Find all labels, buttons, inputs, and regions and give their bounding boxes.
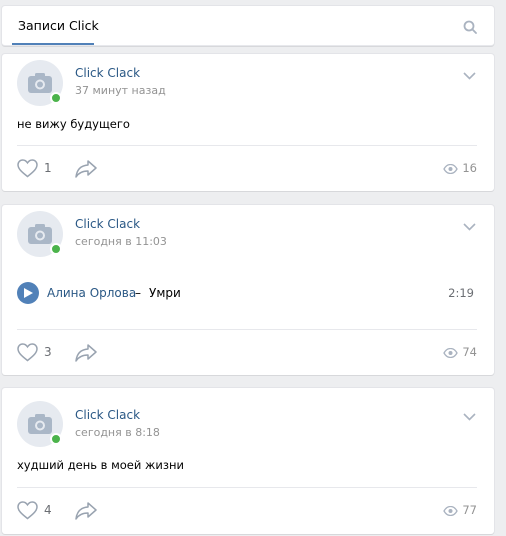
online-indicator bbox=[50, 433, 62, 445]
like-count: 1 bbox=[44, 161, 52, 175]
online-indicator bbox=[50, 243, 62, 255]
divider bbox=[17, 487, 477, 488]
heart-icon[interactable] bbox=[17, 501, 38, 520]
audio-title[interactable]: Умри bbox=[149, 286, 181, 300]
post-text: худший день в моей жизни bbox=[17, 458, 184, 472]
wall-post: Click Clack 37 минут назад не вижу будущ… bbox=[2, 54, 494, 191]
search-icon[interactable] bbox=[463, 20, 477, 34]
chevron-down-icon[interactable] bbox=[463, 223, 476, 231]
wall-post: Click Clack сегодня в 8:18 худший день в… bbox=[2, 388, 494, 534]
online-indicator bbox=[50, 92, 62, 104]
heart-icon[interactable] bbox=[17, 159, 38, 178]
play-icon bbox=[24, 288, 33, 298]
like-count: 3 bbox=[44, 345, 52, 359]
tab-posts[interactable]: Записи Click bbox=[10, 6, 107, 46]
view-count: 16 bbox=[462, 161, 477, 175]
divider bbox=[17, 145, 477, 146]
camera-icon bbox=[28, 224, 52, 244]
audio-artist[interactable]: Алина Орлова bbox=[47, 286, 136, 300]
audio-duration: 2:19 bbox=[448, 286, 474, 300]
like-count: 4 bbox=[44, 503, 52, 517]
audio-play-button[interactable] bbox=[17, 282, 39, 304]
eye-icon bbox=[443, 164, 458, 174]
divider bbox=[17, 329, 477, 330]
post-time[interactable]: сегодня в 8:18 bbox=[75, 426, 160, 439]
tab-active-indicator bbox=[12, 43, 94, 45]
view-count: 74 bbox=[462, 345, 477, 359]
post-author[interactable]: Click Clack bbox=[75, 217, 140, 231]
camera-icon bbox=[28, 73, 52, 93]
eye-icon bbox=[443, 506, 458, 516]
wall-post: Click Clack сегодня в 11:03 Алина Орлова… bbox=[2, 205, 494, 375]
audio-separator: – bbox=[135, 286, 141, 300]
chevron-down-icon[interactable] bbox=[463, 72, 476, 80]
share-icon[interactable] bbox=[75, 502, 97, 520]
post-time[interactable]: 37 минут назад bbox=[75, 84, 166, 97]
post-author[interactable]: Click Clack bbox=[75, 66, 140, 80]
share-icon[interactable] bbox=[75, 344, 97, 362]
camera-icon bbox=[28, 414, 52, 434]
heart-icon[interactable] bbox=[17, 343, 38, 362]
post-text: не вижу будущего bbox=[17, 117, 130, 131]
wall-header: Записи Click bbox=[2, 6, 494, 46]
share-icon[interactable] bbox=[75, 160, 97, 178]
post-author[interactable]: Click Clack bbox=[75, 408, 140, 422]
view-count: 77 bbox=[462, 503, 477, 517]
eye-icon bbox=[443, 348, 458, 358]
post-time[interactable]: сегодня в 11:03 bbox=[75, 235, 167, 248]
chevron-down-icon[interactable] bbox=[463, 413, 476, 421]
